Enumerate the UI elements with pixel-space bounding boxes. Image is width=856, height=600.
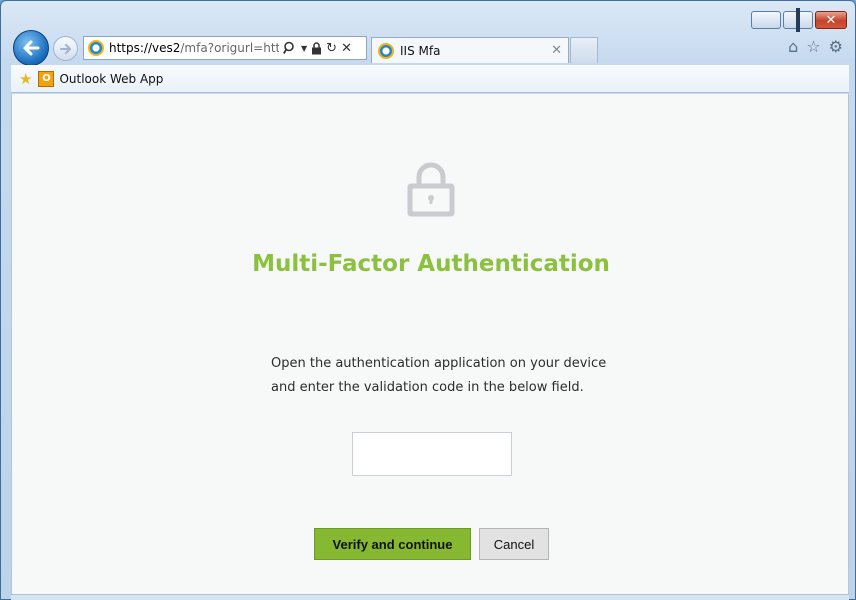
dropdown-icon[interactable]: ▼ — [301, 44, 307, 53]
outlook-icon: O — [38, 70, 55, 87]
ie-page-icon — [88, 40, 104, 56]
navigation-bar: https://ves2/mfa?origurl=https% ▼ ↻ ✕ II… — [1, 29, 856, 66]
instructions-line-1: Open the authentication application on y… — [271, 356, 607, 371]
restore-button[interactable] — [783, 11, 813, 29]
home-icon[interactable]: ⌂ — [788, 39, 798, 55]
stop-icon[interactable]: ✕ — [341, 41, 352, 56]
back-button[interactable] — [13, 30, 49, 66]
address-bar[interactable]: https://ves2/mfa?origurl=https% ▼ ↻ ✕ — [83, 36, 367, 60]
gear-icon[interactable]: ⚙ — [829, 39, 843, 55]
window-caption-buttons: ✕ — [751, 11, 847, 29]
star-icon[interactable]: ☆ — [806, 39, 820, 55]
tab-ie-icon — [378, 42, 394, 59]
address-path: /mfa?origurl=https% — [180, 41, 279, 55]
tab-label: IIS Mfa — [400, 43, 441, 58]
address-host: https://ves2 — [109, 41, 181, 55]
instructions-line-2: and enter the validation code in the bel… — [271, 380, 584, 395]
favorites-bar: ★ O Outlook Web App — [11, 65, 849, 93]
back-arrow-icon — [23, 40, 40, 56]
page-content: Multi-Factor Authentication Open the aut… — [11, 94, 849, 594]
close-icon: ✕ — [825, 12, 837, 28]
minimize-button[interactable] — [751, 11, 781, 29]
favorite-link-outlook[interactable]: Outlook Web App — [59, 72, 163, 86]
forward-button[interactable] — [53, 36, 78, 61]
browser-window: ✕ https://ves2/mfa?origurl=https% ▼ ↻ ✕ — [0, 0, 856, 600]
address-text[interactable]: https://ves2/mfa?origurl=https% — [109, 41, 279, 55]
new-tab-button[interactable] — [570, 37, 598, 63]
lock-icon[interactable] — [311, 41, 322, 55]
favorites-star-icon[interactable]: ★ — [19, 70, 32, 88]
tab-iis-mfa[interactable]: IIS Mfa ✕ — [371, 37, 569, 63]
restore-icon — [796, 11, 800, 30]
padlock-icon — [407, 162, 455, 217]
page-title: Multi-Factor Authentication — [252, 251, 610, 277]
validation-code-input[interactable] — [352, 432, 512, 476]
tab-close-icon[interactable]: ✕ — [551, 43, 562, 58]
close-window-button[interactable]: ✕ — [815, 11, 847, 29]
cancel-button[interactable]: Cancel — [479, 528, 549, 560]
browser-tools: ⌂ ☆ ⚙ — [788, 39, 843, 55]
forward-arrow-icon — [59, 43, 71, 54]
refresh-icon[interactable]: ↻ — [326, 41, 337, 56]
verify-button[interactable]: Verify and continue — [314, 528, 471, 560]
window-bottom-frame — [11, 594, 849, 600]
search-icon[interactable] — [283, 41, 297, 55]
instructions-text: Open the authentication application on y… — [271, 352, 631, 400]
address-tools: ▼ ↻ ✕ — [283, 41, 352, 56]
